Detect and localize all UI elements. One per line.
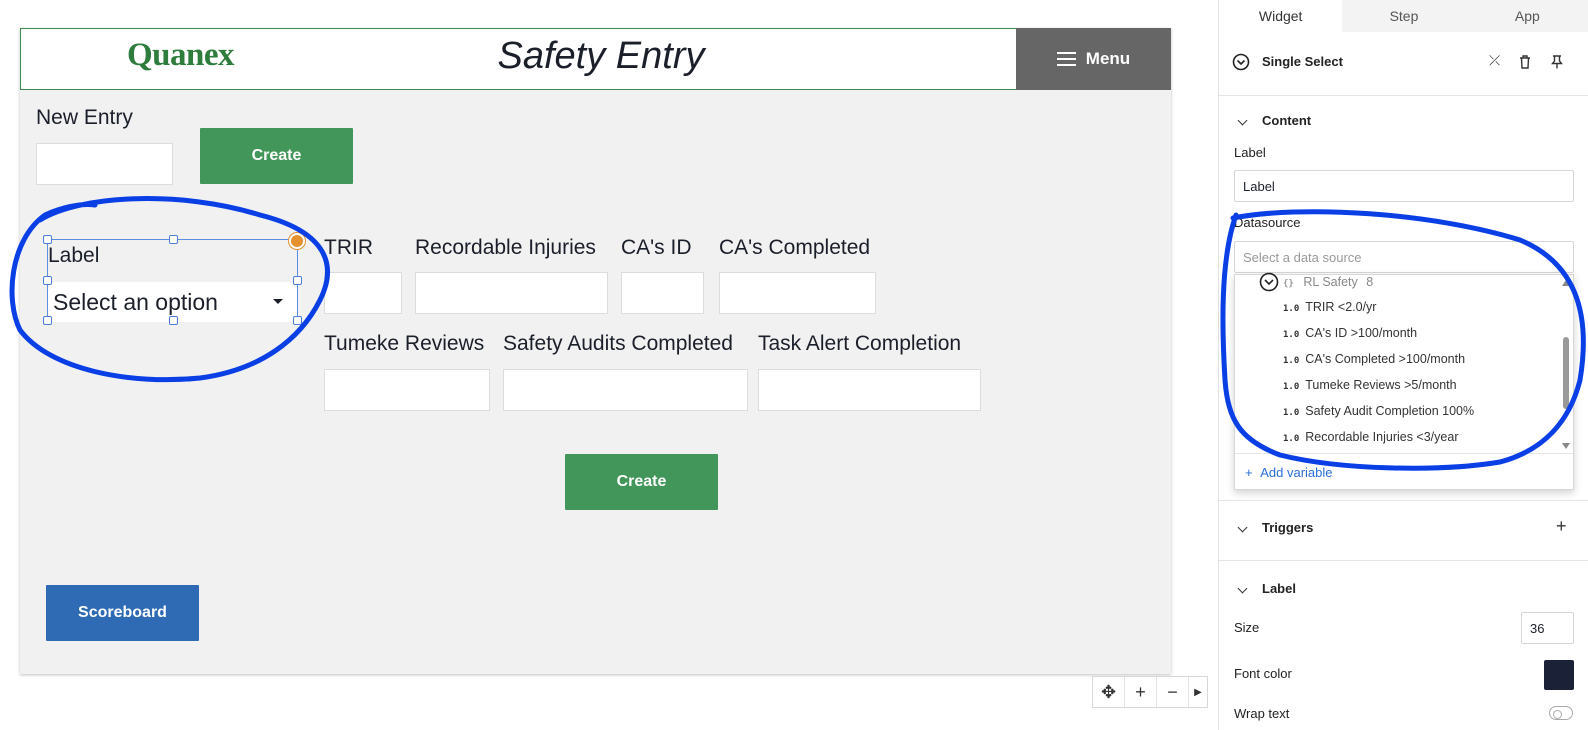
field-label-task-alert-completion: Task Alert Completion bbox=[758, 332, 962, 355]
scroll-down-icon[interactable] bbox=[1562, 443, 1570, 449]
scoreboard-button[interactable]: Scoreboard bbox=[46, 585, 199, 641]
datasource-item-safety-audit[interactable]: 1.0 Safety Audit Completion 100% bbox=[1283, 404, 1474, 418]
triggers-heading: Triggers bbox=[1262, 520, 1314, 535]
app-header: Quanex Safety Entry Menu bbox=[20, 28, 1171, 90]
warning-icon[interactable] bbox=[289, 233, 305, 249]
tab-widget[interactable]: Widget bbox=[1219, 0, 1343, 32]
group-count: 8 bbox=[1366, 275, 1374, 289]
task-alert-input[interactable] bbox=[758, 369, 981, 411]
quanex-logo: Quanex bbox=[127, 37, 235, 73]
datasource-item-tumeke-reviews[interactable]: 1.0 Tumeke Reviews >5/month bbox=[1283, 378, 1457, 392]
datasource-item-recordable-injuries[interactable]: 1.0 Recordable Injuries <3/year bbox=[1283, 430, 1458, 444]
properties-panel: Widget Step App Single Select ⤫ Content … bbox=[1218, 0, 1588, 730]
add-variable-button[interactable]: + Add variable bbox=[1245, 465, 1333, 480]
menu-button[interactable]: Menu bbox=[1016, 28, 1171, 90]
chevron-down-circle-icon[interactable] bbox=[1259, 272, 1279, 292]
canvas-toolbar: ✥ + − ▶ bbox=[1092, 676, 1208, 708]
panel-tabs: Widget Step App bbox=[1219, 0, 1588, 32]
tab-app[interactable]: App bbox=[1466, 0, 1588, 32]
new-entry-label: New Entry bbox=[36, 106, 133, 129]
add-trigger-icon[interactable]: + bbox=[1556, 516, 1567, 537]
content-heading: Content bbox=[1262, 113, 1312, 128]
page-title: Safety Entry bbox=[497, 35, 705, 77]
chevron-down-icon[interactable] bbox=[1237, 583, 1248, 594]
collapse-icon[interactable]: ⤫ bbox=[1489, 52, 1500, 69]
scroll-up-icon[interactable] bbox=[1562, 280, 1570, 286]
resize-handle[interactable] bbox=[169, 235, 178, 244]
field-label-trir: TRIR bbox=[324, 236, 373, 259]
divider bbox=[1219, 95, 1588, 96]
pin-icon[interactable] bbox=[1551, 55, 1563, 69]
divider bbox=[1219, 560, 1588, 561]
chevron-right-icon[interactable]: ▶ bbox=[1189, 677, 1207, 707]
editor-area: Quanex Safety Entry Menu New Entry Creat… bbox=[0, 0, 1218, 730]
datasource-item-cas-id[interactable]: 1.0 CA's ID >100/month bbox=[1283, 326, 1417, 340]
zoom-out-icon[interactable]: − bbox=[1157, 677, 1189, 707]
resize-handle[interactable] bbox=[169, 316, 178, 325]
label-field-input[interactable]: Label bbox=[1234, 170, 1574, 202]
zoom-in-icon[interactable]: + bbox=[1125, 677, 1157, 707]
chevron-down-icon[interactable] bbox=[1237, 115, 1248, 126]
number-type-icon: 1.0 bbox=[1283, 408, 1300, 418]
field-label-recordable-injuries: Recordable Injuries bbox=[415, 236, 596, 259]
number-type-icon: 1.0 bbox=[1283, 356, 1300, 366]
wrap-text-toggle[interactable] bbox=[1549, 706, 1573, 720]
tab-step[interactable]: Step bbox=[1342, 0, 1465, 32]
trash-icon[interactable] bbox=[1519, 55, 1531, 69]
label-section-heading: Label bbox=[1262, 581, 1296, 596]
font-color-label: Font color bbox=[1234, 666, 1292, 681]
label-field-label: Label bbox=[1234, 145, 1266, 160]
cas-completed-input[interactable] bbox=[719, 272, 876, 314]
datasource-group-rl-safety[interactable]: {} RL Safety 8 bbox=[1283, 275, 1373, 289]
single-select-icon bbox=[1232, 53, 1250, 71]
font-color-swatch[interactable] bbox=[1544, 660, 1574, 690]
new-entry-input[interactable] bbox=[36, 143, 173, 185]
resize-handle[interactable] bbox=[43, 316, 52, 325]
create-button-top[interactable]: Create bbox=[200, 128, 353, 184]
datasource-label: Datasource bbox=[1234, 215, 1301, 230]
create-button-bottom[interactable]: Create bbox=[565, 454, 718, 510]
tumeke-reviews-input[interactable] bbox=[324, 369, 490, 411]
datasource-select[interactable]: Select a data source bbox=[1234, 241, 1574, 273]
resize-handle[interactable] bbox=[293, 316, 302, 325]
move-icon[interactable]: ✥ bbox=[1093, 677, 1125, 707]
trir-input[interactable] bbox=[324, 272, 402, 314]
chevron-down-icon[interactable] bbox=[1237, 522, 1248, 533]
size-label: Size bbox=[1234, 620, 1260, 635]
field-label-tumeke-reviews: Tumeke Reviews bbox=[324, 332, 485, 355]
datasource-item-trir[interactable]: 1.0 TRIR <2.0/yr bbox=[1283, 300, 1376, 314]
select-label: Label bbox=[48, 244, 100, 267]
wrap-text-label: Wrap text bbox=[1234, 706, 1290, 721]
resize-handle[interactable] bbox=[43, 235, 52, 244]
resize-handle[interactable] bbox=[43, 276, 52, 285]
recordable-injuries-input[interactable] bbox=[415, 272, 608, 314]
dropdown-scrollbar[interactable] bbox=[1563, 337, 1569, 409]
datasource-dropdown: {} RL Safety 8 1.0 TRIR <2.0/yr 1.0 CA's I… bbox=[1234, 272, 1574, 490]
select-placeholder: Select an option bbox=[53, 288, 218, 315]
size-input[interactable]: 36 bbox=[1521, 612, 1574, 644]
hamburger-icon bbox=[1056, 52, 1076, 66]
resize-handle[interactable] bbox=[293, 276, 302, 285]
plus-icon: + bbox=[1245, 465, 1253, 480]
number-type-icon: 1.0 bbox=[1283, 382, 1300, 392]
field-label-cas-completed: CA's Completed bbox=[719, 236, 871, 259]
number-type-icon: 1.0 bbox=[1283, 330, 1300, 340]
number-type-icon: 1.0 bbox=[1283, 434, 1300, 444]
field-label-cas-id: CA's ID bbox=[621, 236, 692, 259]
cas-id-input[interactable] bbox=[621, 272, 704, 314]
safety-audits-input[interactable] bbox=[503, 369, 748, 411]
field-label-safety-audits-completed: Safety Audits Completed bbox=[503, 332, 733, 355]
divider bbox=[1219, 500, 1588, 501]
divider bbox=[1235, 453, 1573, 454]
datasource-item-cas-completed[interactable]: 1.0 CA's Completed >100/month bbox=[1283, 352, 1465, 366]
app-canvas: Quanex Safety Entry Menu New Entry Creat… bbox=[20, 28, 1171, 674]
object-type-icon: {} bbox=[1283, 279, 1294, 289]
single-select-widget[interactable]: Label Select an option bbox=[43, 235, 302, 325]
caret-down-icon bbox=[273, 299, 283, 304]
menu-label: Menu bbox=[1085, 49, 1131, 68]
widget-type-label: Single Select bbox=[1262, 54, 1343, 69]
number-type-icon: 1.0 bbox=[1283, 304, 1300, 314]
